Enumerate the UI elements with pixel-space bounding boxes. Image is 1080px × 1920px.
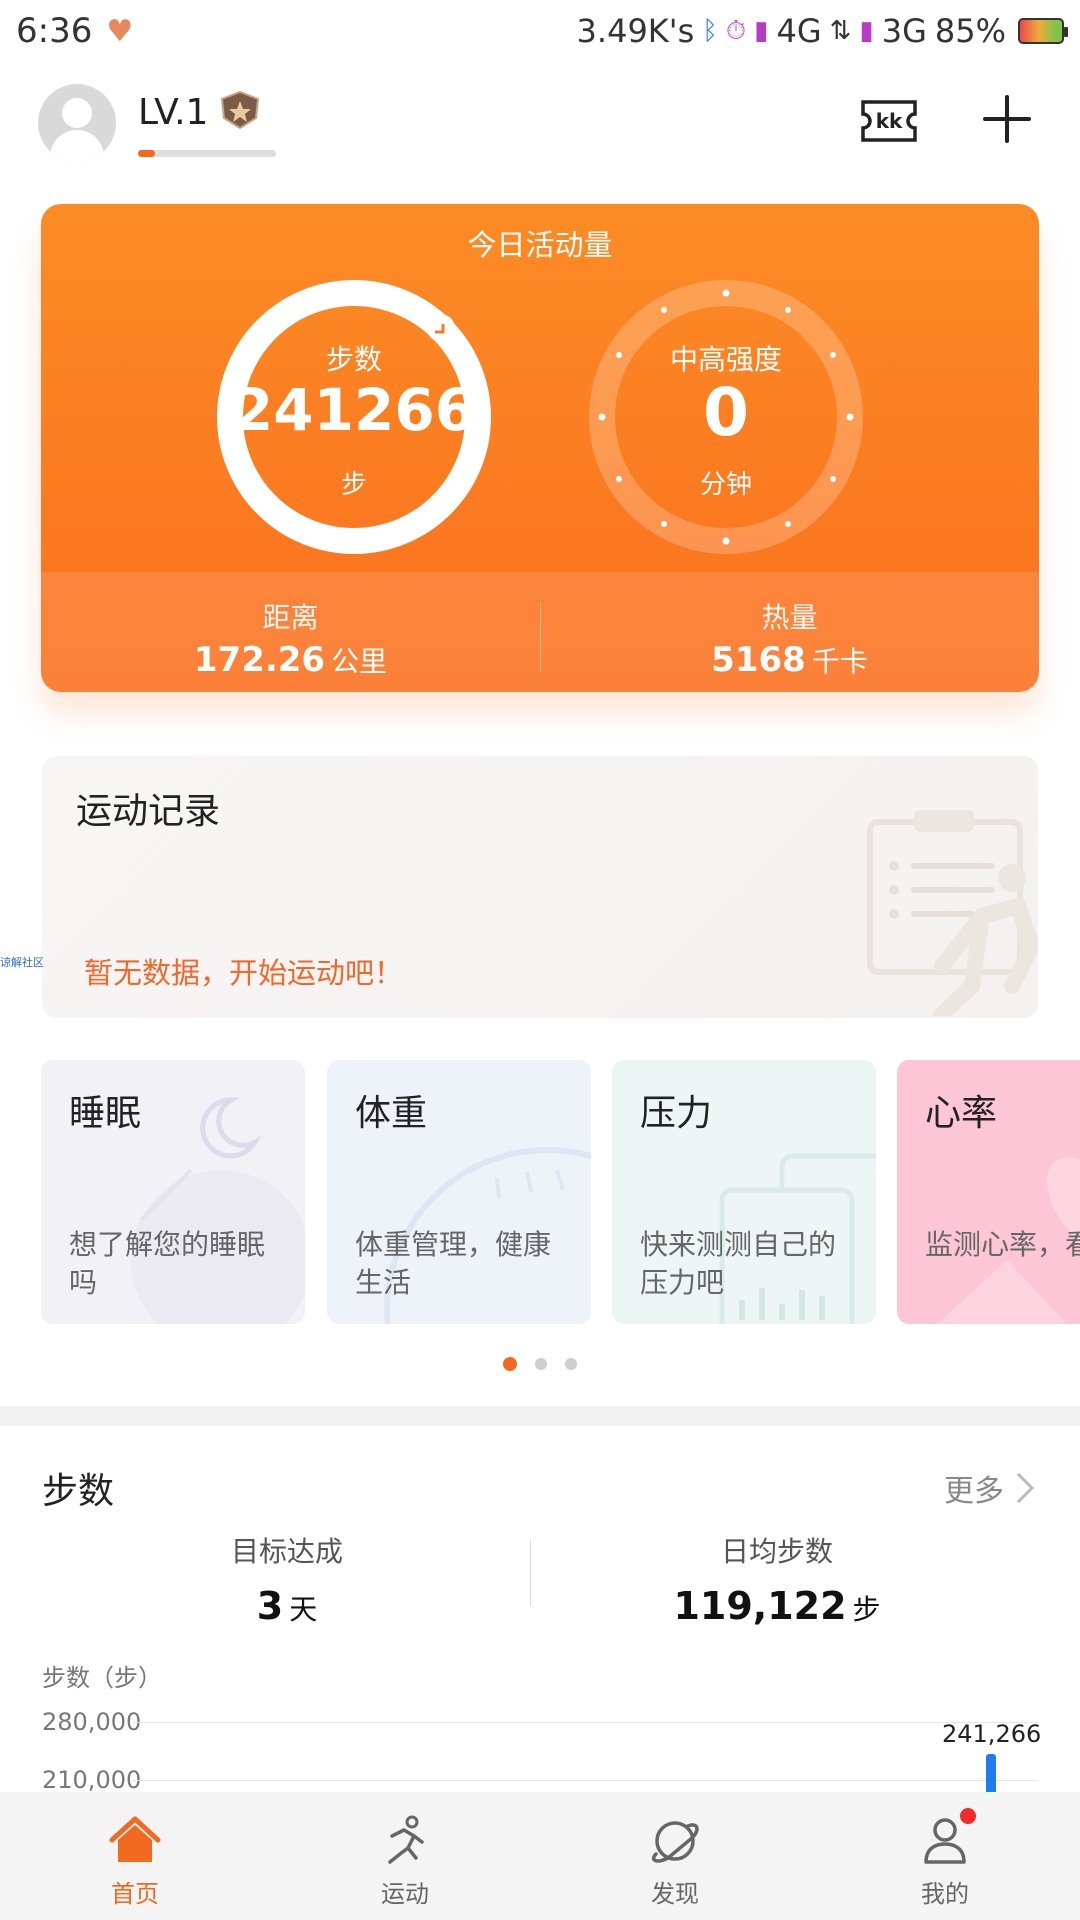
activity-summary: 距离 172.26 公里 热量 5168 千卡	[41, 572, 1039, 692]
profile-header: LV.1 kk	[0, 70, 1080, 180]
alarm-icon: ⏱	[725, 15, 747, 46]
nav-exercise[interactable]: 运动	[270, 1792, 540, 1920]
network-3g: 3G	[881, 12, 927, 50]
bluetooth-icon: ᛒ	[702, 16, 718, 46]
average-value: 119,122	[673, 1584, 847, 1628]
card-heart-title: 心率	[925, 1093, 998, 1134]
nav-exercise-label: 运动	[381, 1880, 429, 1908]
side-tag[interactable]: 谅解社区	[0, 954, 44, 970]
card-sleep-desc: 想了解您的睡眠吗	[69, 1228, 266, 1299]
ticket-icon[interactable]: kk	[860, 98, 918, 144]
battery-icon	[1018, 18, 1068, 44]
activity-card[interactable]: 今日活动量 步数 241266 步 中高强度 0 分钟 距离 172.26公里	[41, 204, 1039, 692]
calories-unit: 千卡	[811, 645, 868, 678]
goal-label: 目标达成	[230, 1535, 343, 1568]
battery-percent: 85%	[934, 12, 1006, 50]
carousel-dot-3[interactable]	[565, 1358, 577, 1370]
card-stress-desc: 快来测测自己的压力吧	[640, 1228, 837, 1299]
nav-home-label: 首页	[111, 1880, 159, 1908]
distance-unit: 公里	[331, 645, 388, 678]
steps-label: 步数	[325, 343, 382, 376]
intensity-value: 0	[703, 374, 749, 451]
goal-value: 3	[256, 1584, 284, 1628]
distance-value: 172.26	[193, 640, 326, 680]
calories-stat: 热量 5168 千卡	[540, 572, 1039, 692]
card-heart-rate[interactable]: 心率 监测心率，看护您的健	[897, 1060, 1080, 1324]
section-divider	[0, 1406, 1080, 1426]
add-button[interactable]	[982, 94, 1032, 144]
level-badge-icon	[220, 90, 260, 130]
data-transfer-icon: ⇅	[829, 16, 852, 46]
intensity-ring[interactable]: 中高强度 0 分钟	[585, 276, 867, 558]
card-sleep[interactable]: 睡眠 想了解您的睡眠吗	[41, 1060, 305, 1324]
card-stress-title: 压力	[640, 1093, 713, 1134]
carousel-dot-1[interactable]	[503, 1357, 517, 1371]
grid-line-top	[132, 1722, 1038, 1723]
intensity-label: 中高强度	[669, 343, 782, 376]
more-label: 更多	[944, 1474, 1004, 1509]
average-label: 日均步数	[720, 1535, 833, 1568]
record-title: 运动记录	[76, 791, 221, 832]
carousel-indicator	[0, 1357, 1080, 1371]
planet-icon	[651, 1821, 699, 1863]
chart-bar-value-label: 241,266	[942, 1720, 1042, 1749]
avatar[interactable]	[38, 84, 116, 162]
network-4g: 4G	[776, 12, 822, 50]
chart-y-axis-label: 步数（步）	[42, 1664, 162, 1692]
distance-label: 距离	[262, 601, 319, 634]
nav-discover[interactable]: 发现	[540, 1792, 810, 1920]
status-bar: 6:36 ♥ 3.49K's ᛒ ⏱ ▮ 4G ⇅ ▮ 3G 85%	[0, 0, 1080, 62]
nav-profile[interactable]: 我的	[810, 1792, 1080, 1920]
average-stat: 日均步数 119,122 步	[532, 1530, 1022, 1628]
goal-stat: 目标达成 3天	[42, 1530, 532, 1628]
steps-ring[interactable]: 步数 241266 步	[213, 276, 495, 558]
y-tick-mid: 210,000	[42, 1766, 142, 1794]
steps-stat-divider	[530, 1540, 531, 1606]
status-time: 6:36	[16, 11, 93, 51]
card-stress[interactable]: 压力 快来测测自己的压力吧	[612, 1060, 876, 1324]
health-heart-icon: ♥	[106, 13, 134, 49]
calories-value: 5168	[711, 640, 806, 680]
steps-more-link[interactable]: 更多	[944, 1466, 1036, 1510]
y-tick-top: 280,000	[42, 1708, 142, 1736]
steps-unit: 步	[340, 470, 367, 500]
running-icon	[388, 1815, 424, 1864]
card-weight-desc: 体重管理，健康生活	[355, 1228, 552, 1299]
distance-stat: 距离 172.26 公里	[41, 572, 540, 692]
user-level: LV.1	[138, 92, 209, 133]
ticket-text: kk	[876, 109, 903, 133]
chevron-right-icon	[1016, 1472, 1035, 1504]
average-unit: 步	[852, 1593, 881, 1626]
exercise-record-card[interactable]: 运动记录 暂无数据，开始运动吧！	[42, 756, 1038, 1018]
nav-home[interactable]: 首页	[0, 1792, 270, 1920]
card-weight-title: 体重	[355, 1093, 428, 1134]
carousel-dot-2[interactable]	[535, 1358, 547, 1370]
signal-hd-icon: ▮	[754, 16, 769, 46]
clipboard-runner-icon	[867, 810, 1038, 1016]
card-sleep-title: 睡眠	[69, 1093, 142, 1134]
notification-dot	[960, 1808, 976, 1824]
steps-value: 241266	[232, 376, 476, 444]
card-weight[interactable]: 体重 体重管理，健康生活	[327, 1060, 591, 1324]
nav-profile-label: 我的	[921, 1880, 969, 1908]
card-heart-desc: 监测心率，看护您的健	[925, 1228, 1080, 1261]
intensity-unit: 分钟	[699, 470, 752, 500]
signal-bars-icon: ▮	[859, 16, 874, 46]
goal-unit: 天	[289, 1593, 318, 1626]
network-speed: 3.49K's	[576, 12, 695, 50]
home-icon	[109, 1816, 161, 1862]
activity-title: 今日活动量	[467, 228, 613, 262]
level-progress-bar	[138, 150, 276, 157]
nav-discover-label: 发现	[651, 1880, 699, 1908]
grid-line-mid	[132, 1780, 1038, 1781]
steps-chart: 步数（步） 280,000 210,000 241,266	[0, 1650, 1080, 1800]
calories-label: 热量	[761, 601, 818, 634]
bottom-navigation: 首页 运动 发现 我的	[0, 1792, 1080, 1920]
steps-section-title: 步数	[42, 1471, 115, 1512]
record-empty-message: 暂无数据，开始运动吧！	[84, 956, 404, 990]
